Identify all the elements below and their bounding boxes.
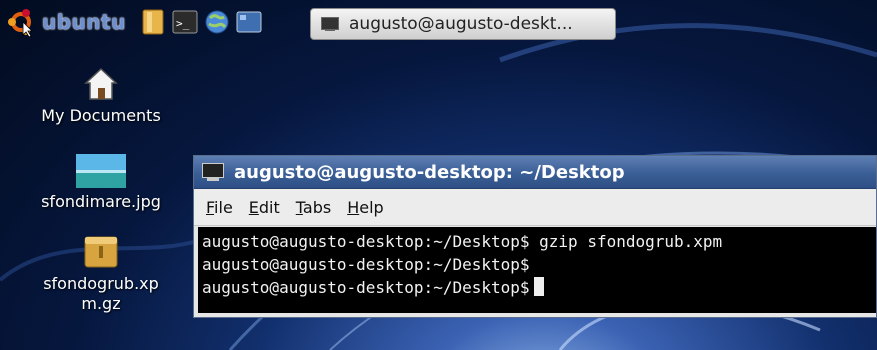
terminal-line: augusto@augusto-desktop:~/Desktop$ [202, 255, 530, 274]
desktop-icon-sfondogrub[interactable]: sfondogrub.xp m.gz [21, 230, 181, 314]
menu-file[interactable]: File [198, 198, 241, 217]
desktop-icon-label: sfondogrub.xp [43, 274, 159, 293]
terminal-line: augusto@augusto-desktop:~/Desktop$ gzip … [202, 232, 723, 251]
terminal-icon: >_ [172, 10, 198, 34]
show-desktop-launcher[interactable] [236, 9, 262, 35]
desktop-icon-label-line2: m.gz [81, 294, 121, 313]
terminal-icon [321, 17, 339, 31]
text-cursor [533, 277, 544, 296]
terminal-prompt: augusto@augusto-desktop:~/Desktop$ [202, 278, 530, 297]
menu-bar: File Edit Tabs Help [194, 189, 876, 226]
window-title: augusto@augusto-desktop: ~/Desktop [234, 161, 625, 183]
taskbar-terminal-button[interactable]: augusto@augusto-deskt... [310, 8, 616, 40]
top-panel: ubuntu >_ augusto@augusto-deskt... [0, 0, 877, 44]
desktop-icon-label: sfondimare.jpg [41, 192, 161, 211]
show-desktop-icon [236, 11, 262, 33]
applications-menu-button[interactable]: ubuntu [6, 4, 126, 40]
terminal-output[interactable]: augusto@augusto-desktop:~/Desktop$ gzip … [198, 227, 876, 313]
ubuntu-logo-text: ubuntu [42, 10, 126, 34]
taskbar-button-label: augusto@augusto-deskt... [349, 14, 573, 34]
menu-help[interactable]: Help [339, 198, 391, 217]
terminal-icon [202, 163, 224, 181]
archive-file-icon [84, 236, 118, 268]
image-file-icon [76, 154, 126, 188]
svg-text:>_: >_ [176, 17, 190, 30]
terminal-window[interactable]: augusto@augusto-desktop: ~/Desktop File … [193, 155, 877, 318]
home-folder-icon [84, 67, 118, 100]
menu-edit[interactable]: Edit [241, 198, 288, 217]
file-manager-launcher[interactable] [140, 9, 166, 35]
desktop-icon-my-documents[interactable]: My Documents [21, 62, 181, 126]
web-browser-launcher[interactable] [204, 9, 230, 35]
menu-tabs[interactable]: Tabs [288, 198, 339, 217]
web-browser-icon [205, 10, 229, 34]
file-manager-icon [142, 9, 164, 35]
ubuntu-logo-icon [6, 7, 36, 38]
desktop-icon-label: My Documents [41, 106, 161, 125]
title-bar[interactable]: augusto@augusto-desktop: ~/Desktop [194, 156, 876, 189]
terminal-line-current: augusto@augusto-desktop:~/Desktop$ [202, 276, 872, 299]
terminal-launcher[interactable]: >_ [172, 9, 198, 35]
desktop-icon-sfondimare[interactable]: sfondimare.jpg [21, 148, 181, 212]
